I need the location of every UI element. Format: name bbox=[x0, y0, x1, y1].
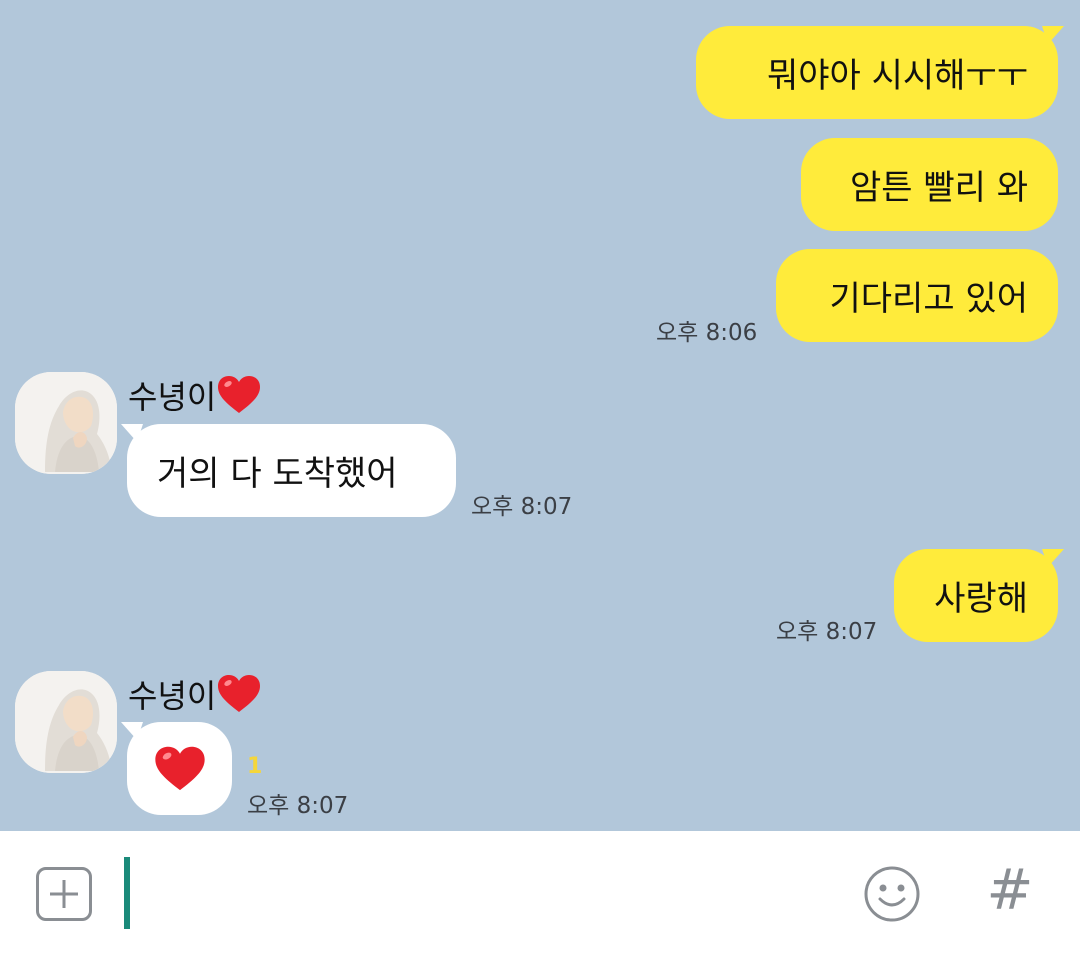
profile-photo-icon bbox=[15, 372, 117, 474]
message-text: 사랑해 bbox=[934, 579, 1028, 619]
chat-area[interactable]: 뭐야아 시시해ㅜㅜ 암튼 빨리 와 기다리고 있어 오후 8:06 수녕이 거의… bbox=[0, 0, 1080, 831]
my-message-bubble[interactable]: 뭐야아 시시해ㅜㅜ bbox=[696, 26, 1058, 119]
message-input-field[interactable] bbox=[124, 857, 130, 929]
message-input-bar: # bbox=[0, 831, 1080, 957]
my-message-bubble[interactable]: 암튼 빨리 와 bbox=[801, 138, 1058, 231]
message-timestamp: 오후 8:07 bbox=[247, 793, 349, 819]
message-timestamp: 오후 8:06 bbox=[656, 320, 758, 346]
red-heart-icon bbox=[218, 675, 261, 712]
avatar[interactable] bbox=[15, 372, 117, 474]
message-text: 거의 다 도착했어 bbox=[157, 454, 398, 494]
message-text: 암튼 빨리 와 bbox=[849, 168, 1028, 208]
message-text: 뭐야아 시시해ㅜㅜ bbox=[766, 56, 1028, 96]
hash-icon: # bbox=[986, 858, 1034, 923]
sender-name: 수녕이 bbox=[128, 373, 262, 417]
message-timestamp: 오후 8:07 bbox=[471, 494, 573, 520]
my-message-bubble[interactable]: 기다리고 있어 bbox=[776, 249, 1058, 342]
profile-photo-icon bbox=[15, 671, 117, 773]
my-message-bubble[interactable]: 사랑해 bbox=[894, 549, 1058, 642]
message-timestamp: 오후 8:07 bbox=[776, 619, 878, 645]
sender-name-text: 수녕이 bbox=[128, 677, 217, 715]
hashtag-button[interactable]: # bbox=[984, 861, 1036, 921]
plus-icon bbox=[50, 880, 78, 908]
heart-emoji-icon bbox=[154, 746, 205, 790]
message-text: 기다리고 있어 bbox=[829, 279, 1029, 319]
unread-count: 1 bbox=[247, 754, 263, 779]
avatar[interactable] bbox=[15, 671, 117, 773]
attach-button[interactable] bbox=[36, 867, 92, 921]
bubble-tail-icon bbox=[1042, 549, 1064, 567]
other-message-bubble[interactable]: 거의 다 도착했어 bbox=[127, 424, 456, 517]
sender-name-text: 수녕이 bbox=[128, 378, 217, 416]
bubble-tail-icon bbox=[1042, 26, 1064, 44]
sender-name: 수녕이 bbox=[128, 672, 262, 716]
emoji-smile-icon[interactable] bbox=[862, 864, 922, 924]
other-message-bubble[interactable] bbox=[127, 722, 232, 815]
red-heart-icon bbox=[218, 376, 261, 413]
